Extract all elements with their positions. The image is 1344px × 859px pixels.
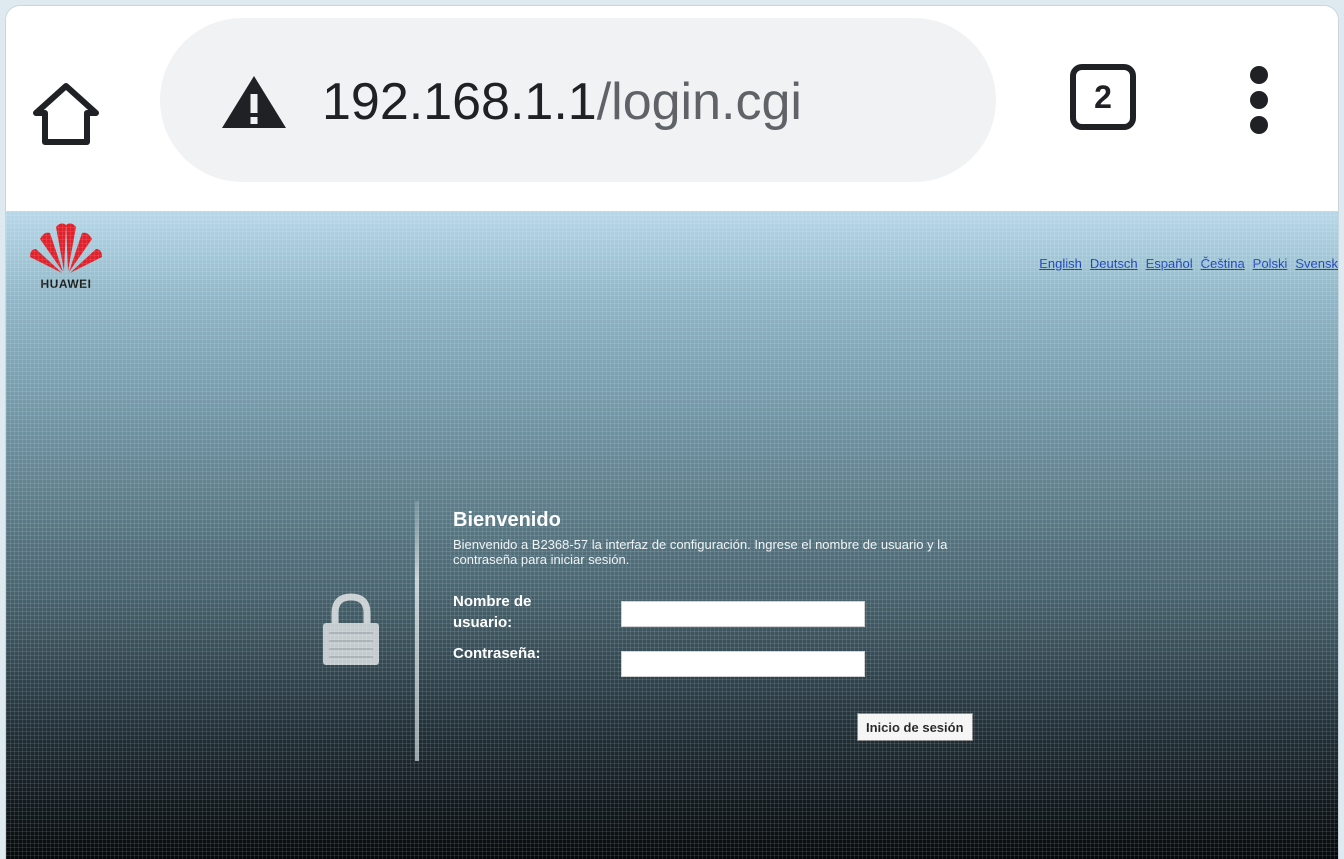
login-panel: Bienvenido Bienvenido a B2368-57 la inte… (311, 501, 1011, 771)
username-label: Nombre de usuario: (453, 593, 532, 631)
username-input[interactable] (621, 601, 865, 627)
url-text[interactable]: 192.168.1.1/login.cgi (322, 62, 802, 142)
logo-text: HUAWEI (40, 277, 92, 291)
lang-link-polski[interactable]: Polski (1253, 256, 1288, 271)
huawei-logo: HUAWEI (26, 219, 106, 291)
lang-link-svenska[interactable]: Svensk (1295, 256, 1338, 271)
more-vert-icon[interactable] (1240, 62, 1280, 142)
lang-link-english[interactable]: English (1039, 256, 1082, 271)
login-button[interactable]: Inicio de sesión (857, 713, 973, 741)
lang-link-cestina[interactable]: Čeština (1201, 256, 1245, 271)
language-selector: English Deutsch Español Čeština Polski S… (1039, 256, 1338, 271)
panel-divider (415, 501, 419, 761)
home-button[interactable] (30, 78, 102, 150)
lang-link-espanol[interactable]: Español (1146, 256, 1193, 271)
welcome-title: Bienvenido (453, 509, 561, 531)
url-path: /login.cgi (596, 73, 802, 131)
huawei-petals-icon (30, 223, 102, 273)
tab-count: 2 (1094, 78, 1112, 115)
lang-link-deutsch[interactable]: Deutsch (1090, 256, 1138, 271)
address-bar[interactable]: 192.168.1.1/login.cgi (160, 18, 996, 182)
password-input[interactable] (621, 651, 865, 677)
not-secure-warning-icon[interactable] (220, 74, 288, 130)
tab-switcher-button[interactable]: 2 (1070, 64, 1136, 130)
browser-toolbar: 192.168.1.1/login.cgi 2 (6, 6, 1338, 211)
browser-window: 192.168.1.1/login.cgi 2 HUAWEI English D… (6, 6, 1338, 859)
password-label: Contraseña: (453, 645, 541, 662)
home-icon (33, 83, 99, 145)
router-login-page: HUAWEI English Deutsch Español Čeština P… (6, 211, 1338, 859)
padlock-icon (323, 593, 379, 665)
welcome-description: Bienvenido a B2368-57 la interfaz de con… (453, 537, 948, 567)
url-host: 192.168.1.1 (322, 73, 597, 131)
